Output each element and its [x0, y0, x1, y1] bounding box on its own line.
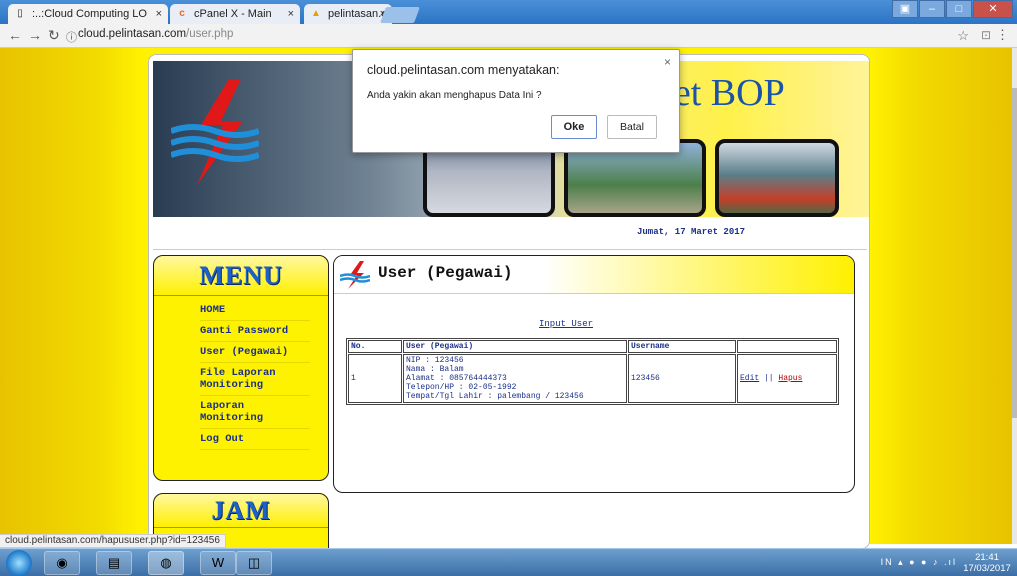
content-header: User (Pegawai)	[334, 256, 854, 294]
restore-window-icon[interactable]: ▣	[892, 0, 918, 18]
browser-tab-bar: ▯ :..:Cloud Computing LO × c cPanel X - …	[0, 0, 1017, 24]
col-user: User (Pegawai)	[403, 340, 627, 353]
col-no: No.	[348, 340, 402, 353]
pln-logo-icon	[171, 79, 259, 185]
user-telepon: Telepon/HP : 02-05-1992	[406, 383, 517, 392]
scrollbar-thumb[interactable]	[1012, 88, 1017, 418]
url-domain: cloud.pelintasan.com	[78, 28, 187, 40]
user-ttl: Tempat/Tgl Lahir : palembang / 123456	[406, 392, 584, 401]
system-tray: IN ▴ ● ● ♪ .ıl	[880, 557, 957, 567]
confirm-dialog: cloud.pelintasan.com menyatakan: × Anda …	[352, 49, 680, 153]
input-language[interactable]: IN	[881, 557, 894, 567]
cell-no: 1	[348, 354, 402, 403]
banner-photo-plant	[715, 139, 839, 217]
cell-username: 123456	[628, 354, 736, 403]
info-icon[interactable]: ⓘ	[66, 29, 77, 45]
ok-button[interactable]: Oke	[551, 115, 597, 139]
maximize-window-icon[interactable]: □	[946, 0, 972, 18]
close-tab-icon[interactable]: ×	[288, 4, 294, 24]
action-separator: ||	[759, 374, 779, 383]
app-icon[interactable]: ◫	[236, 551, 272, 575]
taskbar-clock[interactable]: 21:41 17/03/2017	[961, 552, 1013, 574]
tab-cloud-computing[interactable]: ▯ :..:Cloud Computing LO ×	[8, 4, 168, 24]
reload-icon[interactable]: ↻	[48, 27, 60, 44]
tab-cpanel[interactable]: c cPanel X - Main ×	[170, 4, 300, 24]
phpmyadmin-icon: ▲	[311, 8, 321, 19]
bookmark-star-icon[interactable]: ☆	[957, 28, 969, 44]
start-button[interactable]	[6, 550, 32, 576]
menu-item-ganti-password[interactable]: Ganti Password	[200, 321, 310, 342]
forward-icon[interactable]: →	[28, 27, 42, 43]
close-window-icon[interactable]: ✕	[973, 0, 1013, 18]
clock-time: 21:41	[975, 552, 999, 563]
status-bar-url: cloud.pelintasan.com/hapususer.php?id=12…	[0, 534, 226, 548]
col-username: Username	[628, 340, 736, 353]
back-icon[interactable]: ←	[8, 27, 22, 43]
user-nip: NIP : 123456	[406, 356, 464, 365]
menu-header: MENU	[154, 256, 328, 296]
user-table: No. User (Pegawai) Username 1 NIP : 1234…	[346, 338, 839, 405]
divider	[153, 249, 867, 250]
menu-panel: MENU HOME Ganti Password User (Pegawai) …	[153, 255, 329, 481]
col-action	[737, 340, 837, 353]
cancel-button[interactable]: Batal	[607, 115, 657, 139]
clock-header: JAM	[154, 494, 328, 528]
page-icon: ▯	[17, 8, 23, 19]
dialog-message: Anda yakin akan menghapus Data Ini ?	[367, 90, 542, 101]
close-tab-icon[interactable]: ×	[156, 4, 162, 24]
chrome-icon[interactable]: ◍	[148, 551, 184, 575]
word-icon[interactable]: W	[200, 551, 236, 575]
tab-label: cPanel X - Main	[194, 8, 272, 20]
page-scrollbar[interactable]	[1012, 48, 1017, 544]
menu-item-file-laporan[interactable]: File Laporan Monitoring	[200, 363, 310, 396]
url-path: /user.php	[186, 28, 234, 40]
menu-dots-icon[interactable]: ⋮	[996, 27, 1009, 43]
menu-item-logout[interactable]: Log Out	[200, 429, 310, 450]
hapus-link[interactable]: Hapus	[778, 374, 802, 383]
windows-taskbar: ◉ ▤ ◍ W ◫ IN ▴ ● ● ♪ .ıl 21:41 17/03/201…	[0, 548, 1017, 576]
cpanel-icon: c	[179, 8, 185, 19]
minimize-window-icon[interactable]: –	[919, 0, 945, 18]
table-row: 1 NIP : 123456 Nama : Balam Alamat : 085…	[348, 354, 837, 403]
cell-user: NIP : 123456 Nama : Balam Alamat : 08576…	[403, 354, 627, 403]
content-panel: User (Pegawai) Input User No. User (Pega…	[333, 255, 855, 493]
pln-logo-small-icon	[340, 261, 370, 289]
dialog-title: cloud.pelintasan.com menyatakan:	[367, 63, 560, 77]
table-header-row: No. User (Pegawai) Username	[348, 340, 837, 353]
tab-label: :..:Cloud Computing LO	[32, 8, 147, 20]
menu-item-laporan-monitoring[interactable]: Laporan Monitoring	[200, 396, 310, 429]
address-bar: ← → ↻ ⓘ cloud.pelintasan.com/user.php ☆ …	[0, 24, 1017, 48]
edit-link[interactable]: Edit	[740, 374, 759, 383]
content-title: User (Pegawai)	[378, 264, 513, 282]
clock-date: 17/03/2017	[963, 563, 1011, 574]
menu-item-home[interactable]: HOME	[200, 300, 310, 321]
cell-action: Edit || Hapus	[737, 354, 837, 403]
menu-title: MENU	[199, 261, 283, 290]
current-date: Jumat, 17 Maret 2017	[637, 227, 746, 237]
dialog-close-icon[interactable]: ×	[664, 55, 671, 69]
user-nama: Nama : Balam	[406, 365, 464, 374]
input-user-link[interactable]: Input User	[539, 319, 593, 329]
user-alamat: Alamat : 085764444373	[406, 374, 507, 383]
new-tab-button[interactable]	[380, 7, 420, 23]
clock-title: JAM	[211, 496, 271, 525]
tab-phpmyadmin[interactable]: ▲ pelintasan.com / localho ×	[304, 4, 392, 24]
url-field[interactable]: cloud.pelintasan.com/user.php	[78, 28, 233, 40]
firefox-icon[interactable]: ◉	[44, 551, 80, 575]
explorer-icon[interactable]: ▤	[96, 551, 132, 575]
extension-icon[interactable]: ⊡	[981, 28, 991, 42]
menu-item-user-pegawai[interactable]: User (Pegawai)	[200, 342, 310, 363]
